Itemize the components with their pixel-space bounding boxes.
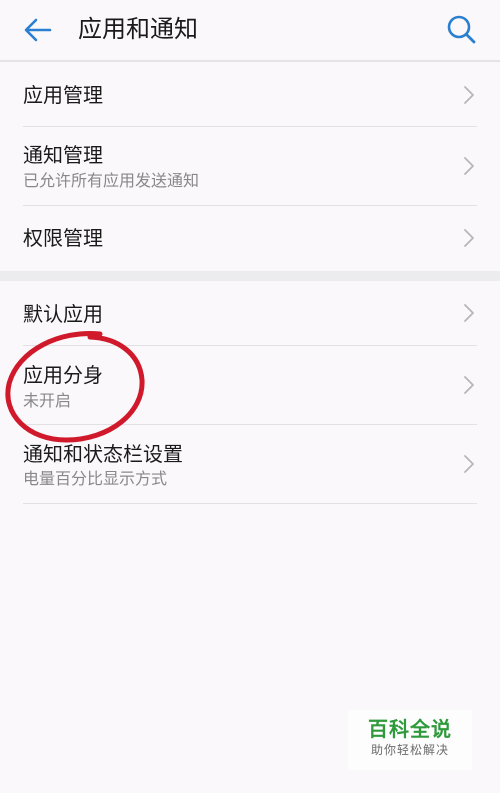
list-item-label: 应用管理	[23, 83, 103, 107]
list-item-permission-management[interactable]: 权限管理	[0, 206, 500, 271]
chevron-right-icon	[464, 157, 474, 175]
section-separator	[0, 271, 500, 281]
chevron-right-icon	[464, 86, 474, 104]
search-icon[interactable]	[444, 12, 478, 46]
list-item-subtitle: 已允许所有应用发送通知	[23, 171, 200, 190]
watermark-title: 百科全说	[368, 717, 452, 741]
list-item-label: 权限管理	[23, 226, 103, 250]
watermark-subtitle: 助你轻松解决	[370, 743, 449, 757]
list-item-app-management[interactable]: 应用管理	[0, 62, 500, 126]
list-item-subtitle: 未开启	[23, 391, 72, 410]
list-item-label: 通知和状态栏设置	[23, 442, 183, 466]
list-item-notification-management[interactable]: 通知管理 已允许所有应用发送通知	[0, 127, 500, 205]
list-item-notification-statusbar-settings[interactable]: 通知和状态栏设置 电量百分比显示方式	[0, 425, 500, 503]
watermark-logo: 百科全说 助你轻松解决	[348, 710, 472, 770]
divider	[23, 503, 477, 504]
app-header: 应用和通知	[0, 0, 500, 62]
list-item-label: 应用分身	[23, 363, 103, 387]
chevron-right-icon	[464, 304, 474, 322]
list-item-label: 通知管理	[23, 143, 103, 167]
chevron-right-icon	[464, 376, 474, 394]
chevron-right-icon	[464, 229, 474, 247]
list-item-default-apps[interactable]: 默认应用	[0, 281, 500, 345]
back-arrow-icon[interactable]	[22, 14, 54, 46]
chevron-right-icon	[464, 455, 474, 473]
list-item-label: 默认应用	[23, 302, 103, 326]
list-item-app-twin[interactable]: 应用分身 未开启	[0, 346, 500, 424]
list-item-subtitle: 电量百分比显示方式	[23, 469, 168, 488]
page-title: 应用和通知	[78, 15, 198, 43]
